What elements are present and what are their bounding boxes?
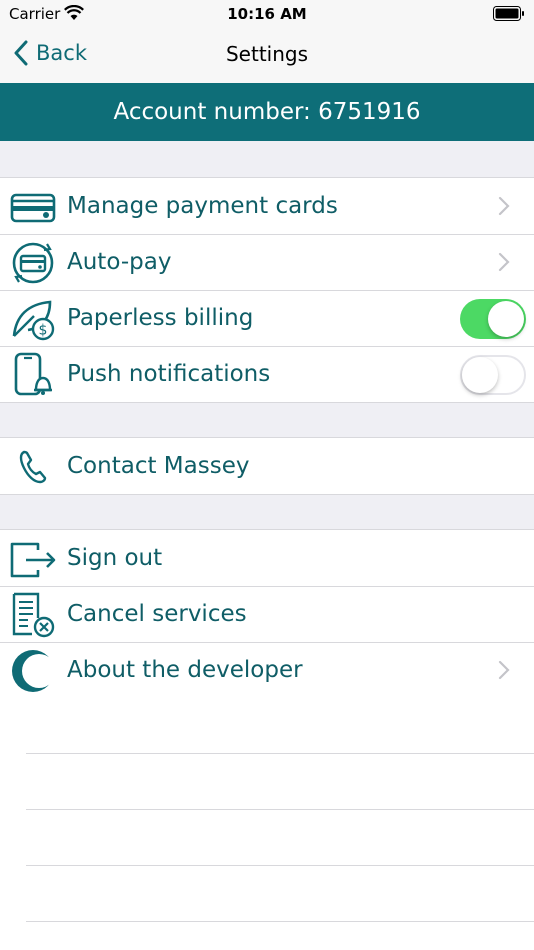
contact-massey-label: Contact Massey — [67, 453, 250, 479]
push-notifications-label: Push notifications — [67, 361, 271, 387]
autopay-icon — [12, 242, 54, 284]
status-time: 10:16 AM — [227, 5, 307, 23]
settings-group-billing: Manage payment cards Auto-pay $ Paperles… — [0, 177, 534, 403]
empty-table-area — [0, 698, 534, 950]
manage-payment-cards-label: Manage payment cards — [67, 193, 338, 219]
phone-bell-icon — [14, 352, 52, 396]
leaf-dollar-icon: $ — [12, 300, 55, 341]
push-notifications-row: Push notifications — [0, 346, 534, 402]
svg-text:$: $ — [39, 323, 48, 339]
paperless-billing-toggle[interactable] — [460, 299, 526, 339]
credit-card-icon — [10, 193, 56, 223]
navigation-bar: Back Settings — [0, 28, 534, 83]
row-divider — [26, 865, 534, 866]
status-bar: Carrier 10:16 AM — [0, 0, 534, 28]
toggle-knob — [488, 301, 524, 337]
about-developer-row[interactable]: About the developer — [0, 642, 534, 698]
cancel-services-row[interactable]: Cancel services — [0, 586, 534, 642]
battery-icon — [493, 6, 524, 21]
cancel-services-label: Cancel services — [67, 601, 247, 627]
auto-pay-label: Auto-pay — [67, 249, 172, 275]
sign-out-row[interactable]: Sign out — [0, 530, 534, 586]
about-developer-label: About the developer — [67, 657, 303, 683]
page-title: Settings — [225, 42, 309, 66]
toggle-knob — [462, 357, 498, 393]
settings-group-account: Sign out Cancel services About the devel… — [0, 529, 534, 699]
cancel-receipt-icon — [12, 592, 55, 638]
chevron-right-icon — [498, 196, 510, 216]
sign-out-label: Sign out — [67, 545, 163, 571]
settings-group-contact: Contact Massey — [0, 437, 534, 495]
sign-out-icon — [10, 542, 56, 578]
row-divider — [26, 753, 534, 754]
chevron-right-icon — [498, 252, 510, 272]
contact-massey-row[interactable]: Contact Massey — [0, 438, 534, 494]
chevron-right-icon — [498, 660, 510, 680]
paperless-billing-label: Paperless billing — [67, 305, 254, 331]
manage-payment-cards-row[interactable]: Manage payment cards — [0, 178, 534, 234]
auto-pay-row[interactable]: Auto-pay — [0, 234, 534, 290]
row-divider — [26, 809, 534, 810]
phone-icon — [19, 450, 47, 484]
row-divider — [26, 921, 534, 922]
push-notifications-toggle[interactable] — [460, 355, 526, 395]
paperless-billing-row: $ Paperless billing — [0, 290, 534, 346]
developer-logo-icon — [12, 650, 56, 692]
account-number-banner: Account number: 6751916 — [0, 83, 534, 141]
